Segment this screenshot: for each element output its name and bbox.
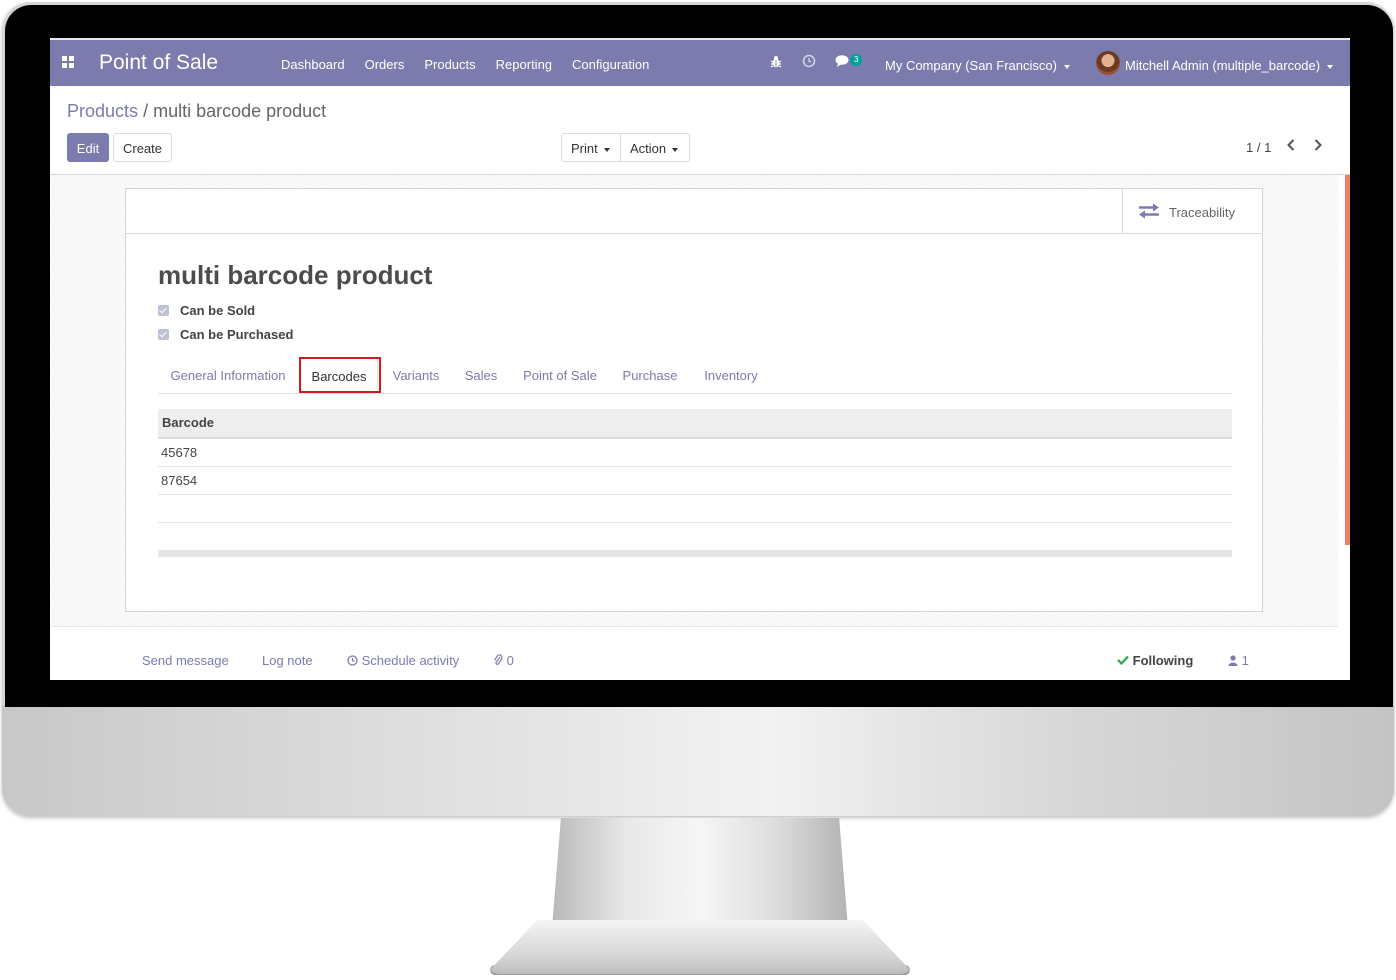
app-title[interactable]: Point of Sale: [99, 51, 218, 75]
control-panel: Products / multi barcode product Edit Cr…: [50, 86, 1350, 175]
menu-item-products[interactable]: Products: [414, 57, 485, 72]
check-icon: [1117, 655, 1129, 666]
table-row[interactable]: 45678: [158, 439, 1232, 467]
following-button[interactable]: Following: [1117, 653, 1193, 668]
monitor-stand-neck: [552, 818, 848, 928]
notebook-tabs: General Information Barcodes Variants Sa…: [158, 357, 1232, 394]
clock-icon: [347, 655, 358, 666]
screen: Point of Sale Dashboard Orders Products …: [50, 38, 1350, 680]
tab-sales[interactable]: Sales: [456, 357, 506, 393]
menu-item-configuration[interactable]: Configuration: [562, 57, 659, 72]
user-name: Mitchell Admin (multiple_barcode): [1125, 58, 1321, 73]
schedule-activity-label: Schedule activity: [361, 653, 460, 668]
company-name: My Company (San Francisco): [885, 58, 1057, 73]
tab-purchase[interactable]: Purchase: [616, 357, 684, 393]
can-be-purchased-field: Can be Purchased: [158, 327, 293, 342]
pager-value[interactable]: 1 / 1: [1246, 140, 1271, 155]
chevron-left-icon[interactable]: [1286, 138, 1296, 152]
chevron-down-icon: [672, 147, 679, 152]
smart-button-box: Traceability: [126, 189, 1262, 234]
chatter-bar: Send message Log note Schedule activity …: [51, 626, 1338, 680]
chevron-down-icon: [1327, 64, 1334, 69]
activity-clock-icon[interactable]: [802, 54, 816, 68]
user-avatar[interactable]: [1096, 51, 1120, 75]
table-footer: [158, 550, 1232, 557]
can-be-sold-label: Can be Sold: [180, 303, 256, 318]
tab-point-of-sale[interactable]: Point of Sale: [516, 357, 604, 393]
print-dropdown[interactable]: Print: [561, 133, 621, 162]
following-label: Following: [1132, 653, 1194, 668]
can-be-purchased-checkbox[interactable]: [158, 329, 169, 340]
edit-button[interactable]: Edit: [67, 133, 109, 162]
bug-icon[interactable]: [770, 55, 782, 69]
traceability-label: Traceability: [1169, 205, 1235, 220]
table-row-empty: [158, 495, 1232, 523]
product-name: multi barcode product: [158, 260, 433, 290]
attachments-count: 0: [506, 653, 514, 668]
chevron-down-icon: [1063, 64, 1070, 69]
paperclip-icon: [493, 654, 503, 665]
tab-general-information[interactable]: General Information: [158, 357, 298, 393]
print-label: Print: [571, 141, 598, 156]
breadcrumb-separator: /: [143, 101, 149, 121]
log-note-button[interactable]: Log note: [262, 653, 313, 668]
company-switcher[interactable]: My Company (San Francisco): [885, 58, 1070, 73]
breadcrumb-current: multi barcode product: [153, 101, 327, 121]
schedule-activity-button[interactable]: Schedule activity: [347, 653, 459, 668]
followers-button[interactable]: 1: [1228, 653, 1249, 668]
tab-variants[interactable]: Variants: [384, 357, 448, 393]
can-be-purchased-label: Can be Purchased: [180, 327, 294, 342]
table-row[interactable]: 87654: [158, 467, 1232, 495]
messages-icon[interactable]: [835, 54, 851, 68]
menu-item-orders[interactable]: Orders: [355, 57, 415, 72]
messages-count-badge: 3: [850, 54, 863, 66]
scrollbar[interactable]: [1345, 175, 1350, 545]
chevron-right-icon[interactable]: [1313, 138, 1323, 152]
monitor-stand-base: [486, 920, 914, 974]
monitor-chin: [2, 705, 1394, 816]
apps-menu-icon[interactable]: [62, 56, 74, 68]
menu-item-reporting[interactable]: Reporting: [486, 57, 562, 72]
action-label: Action: [630, 141, 667, 156]
main-menu: Dashboard Orders Products Reporting Conf…: [271, 57, 659, 72]
menu-item-dashboard[interactable]: Dashboard: [271, 57, 355, 72]
can-be-sold-checkbox[interactable]: [158, 305, 169, 316]
traceability-button[interactable]: Traceability: [1122, 189, 1264, 233]
breadcrumb-products[interactable]: Products: [67, 101, 138, 121]
table-header-barcode[interactable]: Barcode: [158, 409, 1232, 439]
action-dropdown[interactable]: Action: [620, 133, 690, 162]
send-message-button[interactable]: Send message: [142, 653, 229, 668]
top-navbar: Point of Sale Dashboard Orders Products …: [50, 40, 1350, 86]
exchange-icon: [1139, 203, 1159, 219]
tab-barcodes[interactable]: Barcodes: [300, 357, 378, 393]
create-button[interactable]: Create: [113, 133, 172, 162]
barcode-table: Barcode 45678 87654: [158, 409, 1232, 557]
can-be-sold-field: Can be Sold: [158, 303, 255, 318]
user-menu[interactable]: Mitchell Admin (multiple_barcode): [1125, 58, 1334, 73]
breadcrumb: Products / multi barcode product: [67, 101, 326, 122]
attachments-button[interactable]: 0: [493, 653, 514, 668]
tab-inventory[interactable]: Inventory: [696, 357, 766, 393]
form-sheet: Traceability multi barcode product Can b…: [125, 188, 1263, 612]
chevron-down-icon: [603, 147, 610, 152]
followers-count: 1: [1241, 653, 1249, 668]
user-icon: [1228, 655, 1238, 666]
